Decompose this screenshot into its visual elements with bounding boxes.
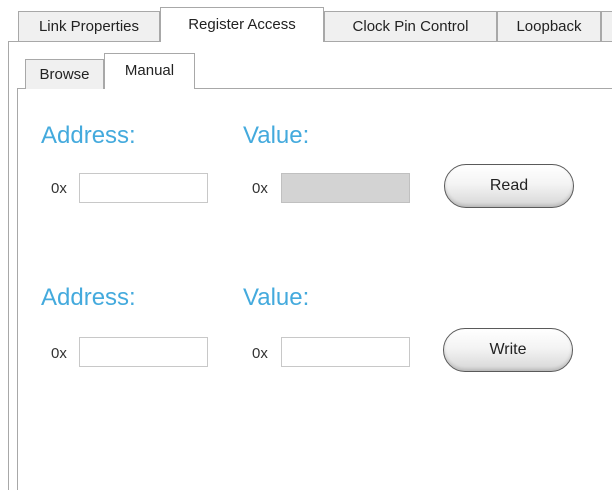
- write-value-label: Value:: [243, 284, 310, 311]
- read-address-label: Address:: [41, 122, 136, 149]
- write-button[interactable]: Write: [443, 328, 573, 372]
- write-address-prefix: 0x: [51, 345, 67, 362]
- read-button[interactable]: Read: [444, 164, 574, 208]
- tab-register-access[interactable]: Register Access: [160, 7, 324, 42]
- write-address-label: Address:: [41, 284, 136, 311]
- write-value-prefix: 0x: [252, 345, 268, 362]
- write-address-input[interactable]: [79, 337, 208, 367]
- read-value-output: [281, 173, 410, 203]
- tab-loopback[interactable]: Loopback: [497, 11, 601, 41]
- read-value-label: Value:: [243, 122, 310, 149]
- write-value-input[interactable]: [281, 337, 410, 367]
- tab-link-properties[interactable]: Link Properties: [18, 11, 160, 41]
- subtab-manual[interactable]: Manual: [104, 53, 195, 89]
- tab-overflow[interactable]: [601, 11, 612, 41]
- read-value-prefix: 0x: [252, 180, 268, 197]
- subtab-browse[interactable]: Browse: [25, 59, 104, 89]
- read-address-input[interactable]: [79, 173, 208, 203]
- tab-clock-pin-control[interactable]: Clock Pin Control: [324, 11, 497, 41]
- read-address-prefix: 0x: [51, 180, 67, 197]
